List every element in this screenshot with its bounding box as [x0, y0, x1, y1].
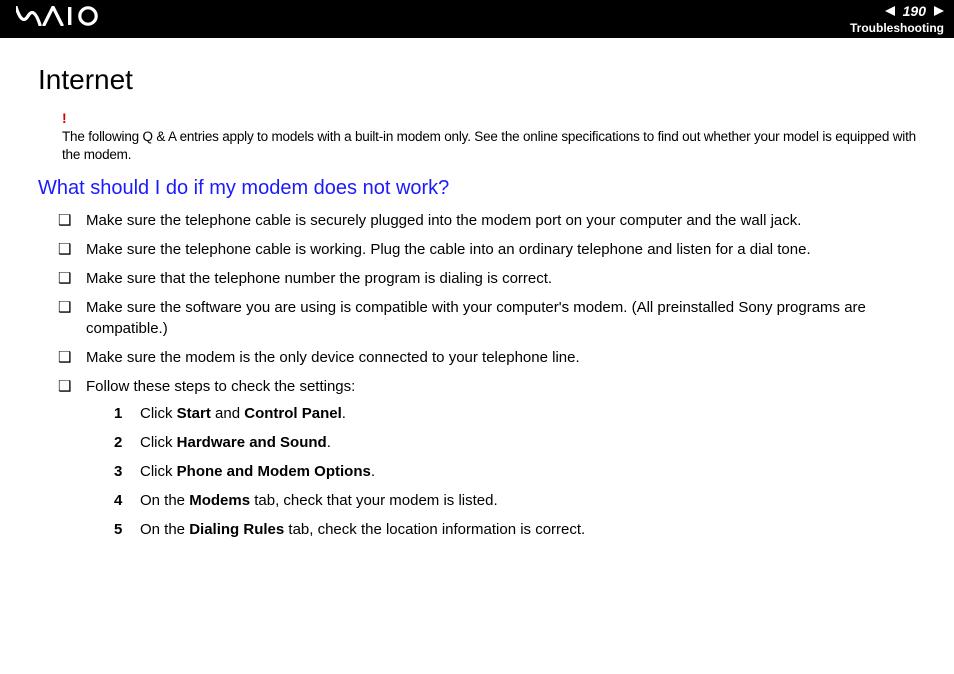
note-block: ! The following Q & A entries apply to m… — [62, 110, 922, 163]
step-item: 5 On the Dialing Rules tab, check the lo… — [114, 519, 922, 540]
step-number: 2 — [114, 432, 140, 453]
list-item: ❑ Make sure the telephone cable is worki… — [58, 239, 922, 260]
bullet-icon: ❑ — [58, 347, 86, 368]
step-text: Click Start and Control Panel. — [140, 403, 922, 424]
step-text: Click Hardware and Sound. — [140, 432, 922, 453]
bullet-icon: ❑ — [58, 210, 86, 231]
list-item: ❑ Make sure that the telephone number th… — [58, 268, 922, 289]
prev-page-arrow-icon[interactable] — [885, 6, 895, 16]
bullet-icon: ❑ — [58, 268, 86, 289]
bullet-text: Make sure that the telephone number the … — [86, 268, 922, 289]
bullet-list: ❑ Make sure the telephone cable is secur… — [58, 210, 922, 548]
question-heading: What should I do if my modem does not wo… — [38, 177, 922, 200]
vaio-logo — [16, 5, 108, 33]
bullet-text: Make sure the telephone cable is securel… — [86, 210, 922, 231]
step-text: On the Dialing Rules tab, check the loca… — [140, 519, 922, 540]
step-item: 1 Click Start and Control Panel. — [114, 403, 922, 424]
bullet-icon: ❑ — [58, 297, 86, 318]
bullet-text: Make sure the telephone cable is working… — [86, 239, 922, 260]
note-bang-icon: ! — [62, 110, 922, 126]
list-item: ❑ Make sure the telephone cable is secur… — [58, 210, 922, 231]
bullet-text: Follow these steps to check the settings… — [86, 376, 922, 548]
bullet-intro: Follow these steps to check the settings… — [86, 378, 355, 395]
section-name: Troubleshooting — [850, 21, 944, 35]
content: Internet ! The following Q & A entries a… — [0, 38, 954, 548]
list-item: ❑ Make sure the modem is the only device… — [58, 347, 922, 368]
step-number: 1 — [114, 403, 140, 424]
step-number: 5 — [114, 519, 140, 540]
bullet-icon: ❑ — [58, 239, 86, 260]
list-item: ❑ Make sure the software you are using i… — [58, 297, 922, 339]
bullet-text: Make sure the modem is the only device c… — [86, 347, 922, 368]
step-text: On the Modems tab, check that your modem… — [140, 490, 922, 511]
note-text: The following Q & A entries apply to mod… — [62, 128, 922, 163]
step-text: Click Phone and Modem Options. — [140, 461, 922, 482]
step-item: 4 On the Modems tab, check that your mod… — [114, 490, 922, 511]
bullet-icon: ❑ — [58, 376, 86, 397]
header-bar: 190 Troubleshooting — [0, 0, 954, 38]
bullet-text: Make sure the software you are using is … — [86, 297, 922, 339]
header-right: 190 Troubleshooting — [850, 3, 944, 35]
page-number: 190 — [899, 3, 930, 19]
step-number: 3 — [114, 461, 140, 482]
step-item: 3 Click Phone and Modem Options. — [114, 461, 922, 482]
page-title: Internet — [38, 64, 922, 96]
step-item: 2 Click Hardware and Sound. — [114, 432, 922, 453]
list-item: ❑ Follow these steps to check the settin… — [58, 376, 922, 548]
step-list: 1 Click Start and Control Panel. 2 Click… — [114, 403, 922, 540]
page-nav: 190 — [850, 3, 944, 19]
next-page-arrow-icon[interactable] — [934, 6, 944, 16]
step-number: 4 — [114, 490, 140, 511]
vaio-logo-svg — [16, 6, 108, 26]
